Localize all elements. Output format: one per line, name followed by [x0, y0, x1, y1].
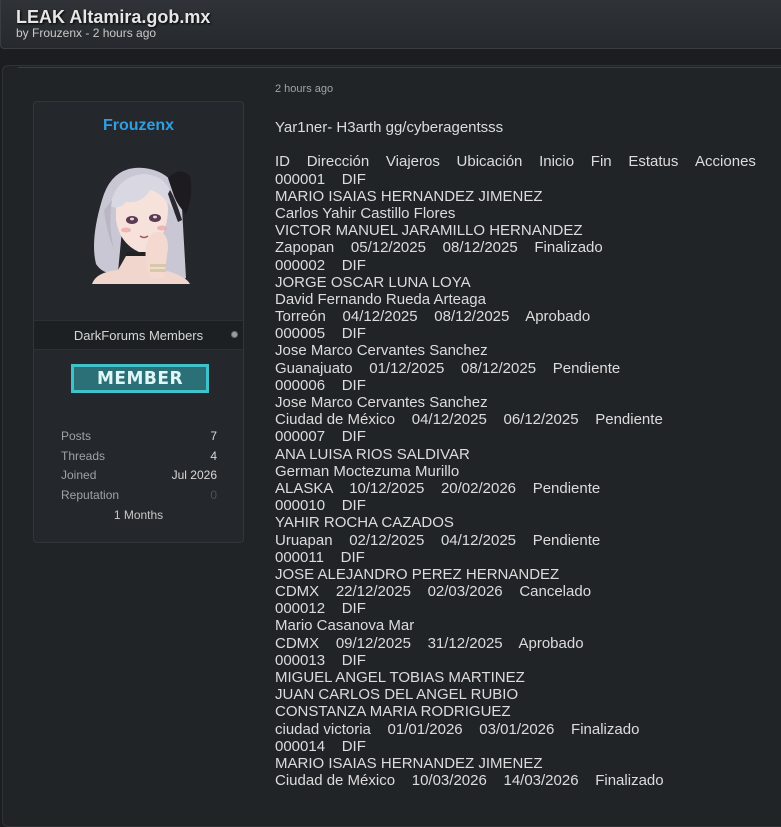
post-line: YAHIR ROCHA CAZADOS [275, 514, 454, 532]
post-divider [18, 67, 781, 68]
stat-label: Joined [61, 468, 97, 482]
post-line: Carlos Yahir Castillo Flores [275, 204, 456, 222]
post-line: Ciudad de México 10/03/2026 14/03/2026 F… [275, 772, 664, 790]
post-line: ANA LUISA RIOS SALDIVAR [275, 445, 470, 463]
stat-label: Threads [61, 449, 106, 463]
post-intro: Yar1ner- H3arth gg/cyberagentsss [275, 119, 504, 136]
post-line: CONSTANZA MARIA RODRIGUEZ [275, 703, 511, 721]
post-line: MARIO ISAIAS HERNANDEZ JIMENEZ [275, 187, 543, 205]
stat-reputation: Reputation 0 [61, 488, 217, 504]
post-body: Yar1ner- H3arth gg/cyberagentsss ID Dire… [275, 119, 775, 789]
post-date[interactable]: 2 hours ago [275, 83, 333, 95]
user-group-row: DarkForums Members [34, 320, 243, 350]
table-header-cell: ID [275, 153, 290, 171]
stat-joined: Joined Jul 2026 [61, 468, 217, 484]
stat-value: 4 [210, 449, 217, 463]
table-header-cell: Fin [590, 153, 612, 171]
stat-threads: Threads 4 [61, 449, 217, 465]
post-line: 000005 DIF [275, 325, 366, 343]
post-line: MIGUEL ANGEL TOBIAS MARTINEZ [275, 669, 525, 687]
post-line: Jose Marco Cervantes Sanchez [275, 394, 488, 412]
post-line: CDMX 22/12/2025 02/03/2026 Cancelado [275, 583, 592, 601]
table-header-cell: Acciones [695, 153, 756, 171]
post-line: 000011 DIF [275, 548, 365, 566]
post-line: 000012 DIF [275, 600, 366, 618]
offline-status-icon [231, 331, 238, 338]
post-line: ALASKA 10/12/2025 20/02/2026 Pendiente [275, 479, 601, 497]
table-header-cell: Dirección [306, 153, 370, 171]
post-line: 000014 DIF [275, 737, 366, 755]
stat-posts: Posts 7 [61, 429, 217, 445]
anime-avatar-icon[interactable] [82, 160, 198, 284]
membership-tenure: 1 Months [113, 508, 164, 522]
post-line: 000002 DIF [275, 256, 366, 274]
table-header-cell: Viajeros [385, 153, 440, 171]
post-line: Jose Marco Cervantes Sanchez [275, 342, 488, 360]
post-line: 000001 DIF [275, 170, 366, 188]
post-line: 000006 DIF [275, 376, 366, 394]
stat-value: Jul 2026 [171, 468, 217, 482]
post-line: ciudad victoria 01/01/2026 03/01/2026 Fi… [275, 720, 640, 738]
thread-header: LEAK Altamira.gob.mx by Frouzenx - 2 hou… [0, 0, 781, 49]
table-header-cell: Estatus [628, 153, 679, 171]
stat-value: 7 [210, 429, 217, 443]
table-header-cell: Inicio [539, 153, 575, 171]
post-line: German Moctezuma Murillo [275, 462, 460, 480]
table-header-row: ID Dirección Viajeros Ubicación Inicio F… [275, 153, 756, 170]
rank-badge-label: MEMBER [96, 368, 184, 389]
post-line: Ciudad de México 04/12/2025 06/12/2025 P… [275, 411, 663, 429]
stat-label: Reputation [61, 488, 120, 502]
post-line: 000007 DIF [275, 428, 366, 446]
post-line: Uruapan 02/12/2025 04/12/2025 Pendiente [275, 531, 601, 549]
stat-value: 0 [210, 488, 217, 502]
user-group-label: DarkForums Members [73, 328, 204, 343]
post-lines: 000001 DIF MARIO ISAIAS HERNANDEZ JIMENE… [275, 171, 775, 790]
table-header-cell: Ubicación [456, 153, 523, 171]
post-line: Zapopan 05/12/2025 08/12/2025 Finalizado [275, 239, 603, 257]
thread-title: LEAK Altamira.gob.mx [16, 7, 211, 27]
author-name-link[interactable]: Frouzenx [34, 117, 243, 135]
post-line: VICTOR MANUEL JARAMILLO HERNANDEZ [275, 222, 583, 240]
rank-badge: MEMBER [71, 364, 209, 393]
post-line: Torreón 04/12/2025 08/12/2025 Aprobado [275, 308, 591, 326]
post-line: David Fernando Rueda Arteaga [275, 290, 486, 308]
post-line: Guanajuato 01/12/2025 08/12/2025 Pendien… [275, 359, 621, 377]
post-line: Mario Casanova Mar [275, 617, 415, 635]
post-line: 000013 DIF [275, 651, 366, 669]
post-line: JUAN CARLOS DEL ANGEL RUBIO [275, 686, 519, 704]
post-line: 000010 DIF [275, 497, 366, 515]
post-line: JORGE OSCAR LUNA LOYA [275, 273, 471, 291]
stat-label: Posts [61, 429, 92, 443]
post-line: MARIO ISAIAS HERNANDEZ JIMENEZ [275, 754, 543, 772]
post-line: CDMX 09/12/2025 31/12/2025 Aprobado [275, 634, 584, 652]
thread-meta: by Frouzenx - 2 hours ago [16, 26, 157, 40]
post-line: JOSE ALEJANDRO PEREZ HERNANDEZ [275, 565, 560, 583]
author-card: Frouzenx DarkForums Members MEMBER Posts… [33, 101, 244, 543]
